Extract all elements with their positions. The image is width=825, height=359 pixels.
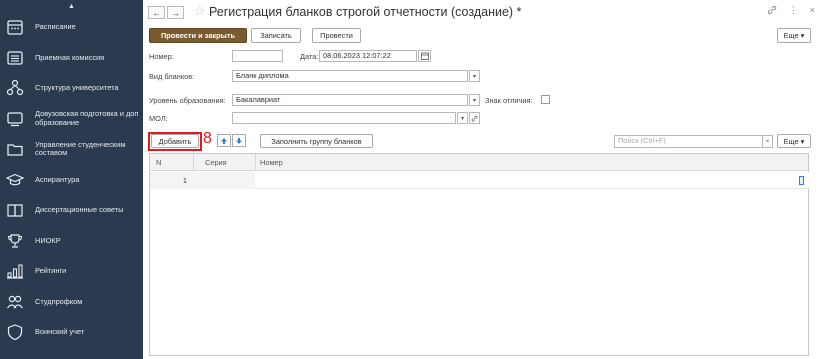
calendar-picker-button[interactable]: [418, 50, 431, 62]
bar-chart-icon: [6, 262, 24, 280]
row-series-cell[interactable]: [193, 172, 255, 189]
list-icon: [6, 49, 24, 67]
edu-level-label: Уровень образования:: [149, 96, 226, 105]
table-more-button[interactable]: Еще ▾: [777, 134, 811, 148]
chevron-up-icon[interactable]: ▲: [68, 3, 75, 10]
blank-type-field[interactable]: Бланк диплома: [232, 70, 468, 82]
calendar-icon: [420, 52, 429, 60]
search-clear-button[interactable]: ×: [762, 135, 773, 148]
row-number-cell[interactable]: [255, 172, 810, 189]
date-label: Дата:: [300, 52, 319, 61]
sidebar-item-label: Аспирантура: [35, 174, 80, 184]
arrow-down-icon: [236, 137, 242, 144]
table-header: N Серия Номер: [150, 154, 808, 171]
distinction-checkbox[interactable]: [541, 95, 550, 104]
close-icon[interactable]: ×: [810, 5, 815, 17]
sidebar-item-dissertation[interactable]: Диссертационные советы: [0, 195, 143, 226]
folder-icon: [6, 140, 24, 158]
sidebar-item-label: Воинский учет: [35, 327, 85, 336]
book-icon: [6, 201, 24, 219]
column-divider: [193, 154, 194, 171]
distinction-label: Знак отличия:: [485, 96, 533, 105]
forward-button[interactable]: →: [167, 6, 184, 19]
link-icon: [471, 115, 478, 122]
mol-dropdown[interactable]: ▾: [457, 112, 468, 124]
sidebar-item-label: Довузовская подготовка и доп образование: [35, 109, 139, 127]
sidebar-item-union[interactable]: Студпрофком: [0, 287, 143, 318]
row-n-value: 1: [182, 176, 187, 185]
arrow-up-icon: [221, 137, 227, 144]
sidebar-item-label: Приемная комиссия: [35, 52, 105, 62]
row-n-cell[interactable]: 1: [150, 172, 193, 189]
sidebar-item-label: Рейтинги: [35, 266, 67, 275]
arrow-left-icon: ←: [152, 7, 161, 18]
sidebar-item-postgraduate[interactable]: Аспирантура: [0, 165, 143, 196]
sidebar-item-schedule[interactable]: Расписание: [0, 12, 143, 43]
column-header-number[interactable]: Номер: [260, 158, 283, 167]
blank-type-dropdown[interactable]: ▾: [469, 70, 480, 82]
sidebar-item-label: Студпрофком: [35, 296, 83, 306]
move-up-button[interactable]: [217, 134, 231, 147]
highlight-frame: [148, 132, 202, 151]
mol-open-button[interactable]: [469, 112, 480, 124]
chevron-down-icon: ▾: [472, 97, 476, 104]
shield-icon: [6, 323, 24, 341]
number-field[interactable]: [232, 50, 283, 62]
sidebar-item-research[interactable]: НИОКР: [0, 226, 143, 257]
mol-label: МОЛ:: [149, 114, 168, 123]
close-icon: ×: [765, 138, 770, 145]
sidebar-item-military[interactable]: Воинский учет: [0, 317, 143, 348]
mol-field[interactable]: [232, 112, 456, 124]
favorite-star-icon[interactable]: ☆: [194, 3, 206, 19]
sidebar-item-label: Структура университета: [35, 83, 119, 92]
calendar-icon: [6, 18, 24, 36]
chevron-down-icon: ▾: [460, 115, 464, 122]
window-controls: ⋮ ×: [767, 5, 815, 17]
sidebar-item-label: Управление студенческим составом: [35, 139, 126, 158]
text-cursor-marker: [799, 176, 804, 185]
sidebar-item-admissions[interactable]: Приемная комиссия: [0, 43, 143, 74]
main-panel: ← → ☆ Регистрация бланков строгой отчетн…: [143, 0, 825, 359]
back-button[interactable]: ←: [148, 6, 165, 19]
table-row[interactable]: 1: [150, 172, 810, 189]
column-divider: [255, 154, 256, 171]
column-header-n[interactable]: N: [156, 158, 161, 167]
edu-level-field[interactable]: Бакалавриат: [232, 94, 468, 106]
sidebar-item-ratings[interactable]: Рейтинги: [0, 256, 143, 287]
sidebar: ▲ Расписание Приемная комиссия Структура…: [0, 0, 143, 359]
chevron-down-icon: ▾: [472, 73, 476, 80]
more-button[interactable]: Еще ▾: [777, 28, 811, 43]
save-button[interactable]: Записать: [251, 28, 301, 43]
post-and-close-button[interactable]: Провести и закрыть: [149, 28, 247, 43]
page-title: Регистрация бланков строгой отчетности (…: [209, 5, 522, 19]
step-annotation: 8: [203, 130, 212, 147]
arrow-right-icon: →: [171, 7, 180, 18]
people-icon: [6, 293, 24, 311]
sidebar-scroll-up[interactable]: ▲: [0, 0, 143, 12]
column-header-series[interactable]: Серия: [205, 158, 227, 167]
sidebar-item-preuniversity[interactable]: Довузовская подготовка и доп образование: [0, 104, 143, 135]
edu-level-dropdown[interactable]: ▾: [469, 94, 480, 106]
graduation-cap-icon: [6, 171, 24, 189]
trophy-icon: [6, 232, 24, 250]
number-label: Номер:: [149, 52, 174, 61]
link-icon[interactable]: [767, 5, 777, 17]
sidebar-item-label: Расписание: [35, 22, 76, 31]
search-input[interactable]: Поиск (Ctrl+F): [614, 135, 772, 148]
monitor-icon: [6, 110, 24, 128]
org-structure-icon: [6, 79, 24, 97]
sidebar-item-label: НИОКР: [35, 235, 61, 245]
sidebar-item-students[interactable]: Управление студенческим составом: [0, 134, 143, 165]
blanks-table: N Серия Номер 1: [149, 153, 810, 356]
sidebar-item-structure[interactable]: Структура университета: [0, 73, 143, 104]
fill-group-button[interactable]: Заполнить группу бланков: [260, 134, 373, 148]
move-down-button[interactable]: [232, 134, 246, 147]
blank-type-label: Вид бланков:: [149, 72, 195, 81]
sidebar-item-label: Диссертационные советы: [35, 205, 124, 214]
post-button[interactable]: Провести: [312, 28, 361, 43]
more-vertical-icon[interactable]: ⋮: [789, 5, 798, 17]
date-field[interactable]: 08.06.2023 12:07:22: [319, 50, 417, 62]
